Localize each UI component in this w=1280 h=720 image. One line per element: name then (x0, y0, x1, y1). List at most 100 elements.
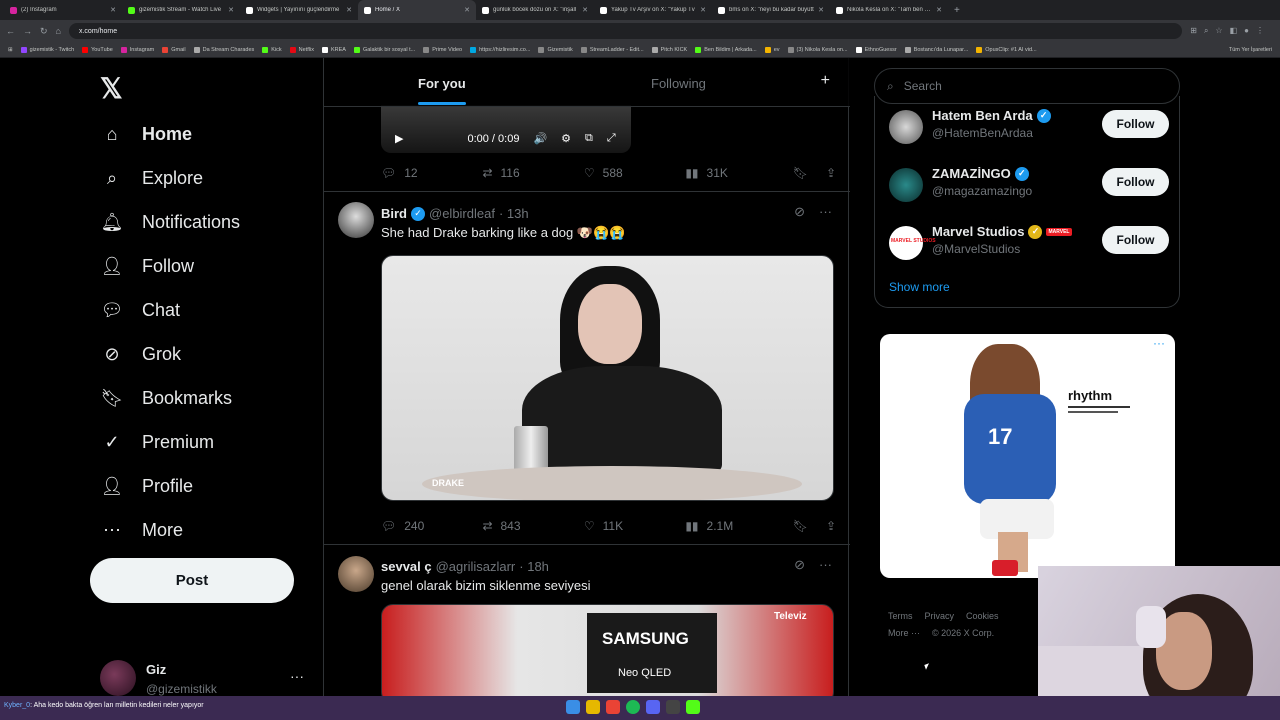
sidebar-item-explore[interactable]: ⌕ Explore (100, 162, 203, 194)
post-button[interactable]: Post (90, 558, 294, 603)
star-icon[interactable]: ☆ (1215, 26, 1222, 36)
more-icon[interactable]: ··· (819, 204, 832, 220)
sidebar-item-bookmarks[interactable]: 🔖︎ Bookmarks (100, 382, 232, 414)
repost-button[interactable]: ⇄ 843 (482, 519, 583, 533)
kick-icon[interactable] (686, 700, 700, 714)
close-icon[interactable]: ✕ (936, 6, 942, 14)
bookmark-item[interactable]: Gmail (162, 46, 186, 53)
chrome-icon[interactable] (606, 700, 620, 714)
reply-button[interactable]: 💬︎ 240 (381, 519, 482, 533)
bookmark-item[interactable]: Galaktik bir sosyal t... (353, 46, 415, 53)
bookmark-item[interactable]: Gizemistik (538, 46, 573, 53)
sidebar-item-grok[interactable]: ⊘ Grok (100, 338, 181, 370)
browser-tab[interactable]: bms on X: "neyi bu kadar büyütt ✕ (712, 0, 830, 20)
discord-icon[interactable] (646, 700, 660, 714)
bookmark-item[interactable]: Da Stream Charades (193, 46, 254, 53)
tab-following[interactable]: Following (651, 76, 706, 91)
views-button[interactable]: ▮▮ 2.1M (685, 519, 792, 533)
follow-button[interactable]: Follow (1102, 226, 1169, 254)
bookmark-item[interactable]: Pitch KICK (651, 46, 687, 53)
close-icon[interactable]: ✕ (228, 6, 234, 14)
close-icon[interactable]: ✕ (346, 6, 352, 14)
sidebar-item-home[interactable]: ⌂ Home (100, 118, 192, 150)
footer-terms[interactable]: Terms (888, 611, 913, 621)
x-logo[interactable]: 𝕏 (100, 72, 123, 105)
sidebar-item-chat[interactable]: 💬︎ Chat (100, 294, 180, 326)
tab-for-you[interactable]: For you (418, 76, 466, 91)
browser-tab[interactable]: Widgets | Yayınını güçlendirme ✕ (240, 0, 358, 20)
all-bookmarks[interactable]: Tüm Yer İşaretleri (1229, 47, 1272, 53)
forward-icon[interactable]: → (23, 26, 32, 36)
bookmark-item[interactable]: StreamLadder - Edit... (580, 46, 644, 53)
menu-icon[interactable]: ⋮ (1256, 26, 1264, 36)
sidebar-item-profile[interactable]: 👤︎ Profile (100, 470, 193, 502)
video-player[interactable]: ▶ 0:00 / 0:09 🔊 ⚙ ⧉ ⤢ (381, 105, 631, 153)
bookmark-item[interactable]: Netflix (289, 46, 314, 53)
play-icon[interactable]: ▶ (395, 132, 403, 145)
follow-button[interactable]: Follow (1102, 110, 1169, 138)
show-more-link[interactable]: Show more (889, 280, 950, 294)
bookmark-item[interactable]: Kick (262, 46, 282, 53)
bookmark-item[interactable]: Bostancı'da Lunapar... (904, 46, 968, 53)
bookmark-icon[interactable]: 🔖︎ (793, 166, 808, 180)
ad-more-icon[interactable]: ··· (1153, 336, 1165, 350)
tweet-author[interactable]: sevval ç @agrilisazlarr · 18h (381, 559, 549, 574)
tweet-media[interactable]: DRAKE (381, 255, 834, 501)
close-icon[interactable]: ✕ (700, 6, 706, 14)
follow-suggestion[interactable]: MARVEL STUDIOS Marvel Studios ✓ MARVEL @Marv… (889, 224, 1169, 264)
share-icon[interactable]: ⇪ (826, 519, 836, 533)
spotify-icon[interactable] (626, 700, 640, 714)
extension-icon[interactable]: ◧ (1230, 26, 1238, 36)
bookmark-item[interactable]: (3) Nikola Kesla on... (787, 46, 848, 53)
fullscreen-icon[interactable]: ⤢ (607, 132, 616, 145)
bookmark-item[interactable]: YouTube (82, 46, 113, 53)
bookmark-item[interactable]: ev (764, 46, 780, 53)
footer-cookies[interactable]: Cookies (966, 611, 999, 621)
back-icon[interactable]: ← (6, 26, 15, 36)
pip-icon[interactable]: ⧉ (585, 132, 593, 145)
sidebar-item-premium[interactable]: ✓ Premium (100, 426, 214, 458)
like-button[interactable]: ♡ 11K (584, 519, 685, 533)
browser-tab[interactable]: gizemistik Stream - Watch Live ✕ (122, 0, 240, 20)
repost-button[interactable]: ⇄ 116 (482, 166, 583, 180)
close-icon[interactable]: ✕ (110, 6, 116, 14)
browser-tab[interactable]: günlük böcek dozu on X: "inşall ✕ (476, 0, 594, 20)
url-field[interactable]: x.com/home (68, 23, 1183, 39)
volume-icon[interactable]: 🔊 (533, 132, 547, 145)
bookmark-item[interactable]: KREA (321, 46, 346, 53)
follow-button[interactable]: Follow (1102, 168, 1169, 196)
sidebar-item-more[interactable]: ⋯ More (100, 514, 183, 546)
follow-suggestion[interactable]: ZAMAZİNGO ✓ @magazamazingo Follow (889, 166, 1169, 206)
avatar[interactable] (338, 202, 374, 238)
bookmark-item[interactable]: gizemistik - Twitch (20, 46, 74, 53)
bookmark-item[interactable]: https://hizliresim.co... (470, 46, 530, 53)
sidebar-item-follow[interactable]: 👤︎ Follow (100, 250, 194, 282)
account-switcher[interactable]: Giz @gizemistikk ··· (100, 658, 310, 696)
bookmark-item[interactable]: Ben Bildim | Arkada... (695, 46, 757, 53)
account-more-icon[interactable]: ··· (290, 668, 304, 684)
reload-icon[interactable]: ↻ (40, 26, 48, 37)
close-icon[interactable]: ✕ (818, 6, 824, 14)
browser-tab[interactable]: Home / X ✕ (358, 0, 476, 20)
bookmark-icon[interactable]: 🔖︎ (793, 519, 808, 533)
views-button[interactable]: ▮▮ 31K (685, 166, 792, 180)
follow-suggestion[interactable]: Hatem Ben Arda ✓ @HatemBenArdaa Follow (889, 108, 1169, 148)
grok-icon[interactable]: ⊘ (794, 557, 805, 573)
reply-button[interactable]: 💬︎ 12 (381, 166, 482, 180)
tweet-author[interactable]: Bird ✓ @elbirdleaf · 13h (381, 206, 529, 221)
like-button[interactable]: ♡ 588 (584, 166, 685, 180)
bookmark-item[interactable]: Instagram (120, 46, 154, 53)
translate-icon[interactable]: ⊞ (1190, 26, 1197, 36)
search-input[interactable]: ⌕ Search (874, 68, 1180, 104)
footer-more[interactable]: More ··· (888, 628, 920, 638)
ad-card[interactable]: 17 rhythm ··· (880, 334, 1175, 578)
new-tab-button[interactable]: + (954, 5, 960, 16)
apps-icon[interactable]: ⊞ (8, 47, 13, 53)
windows-start-icon[interactable] (566, 700, 580, 714)
avatar[interactable] (338, 556, 374, 592)
bookmark-item[interactable]: EthnoGuessr (855, 46, 897, 53)
browser-tab[interactable]: Yakup Tv Arşiv on X: "Yakup Tv ✕ (594, 0, 712, 20)
close-icon[interactable]: ✕ (582, 6, 588, 14)
share-icon[interactable]: ⇪ (826, 166, 836, 180)
profile-icon[interactable]: ● (1244, 26, 1249, 36)
